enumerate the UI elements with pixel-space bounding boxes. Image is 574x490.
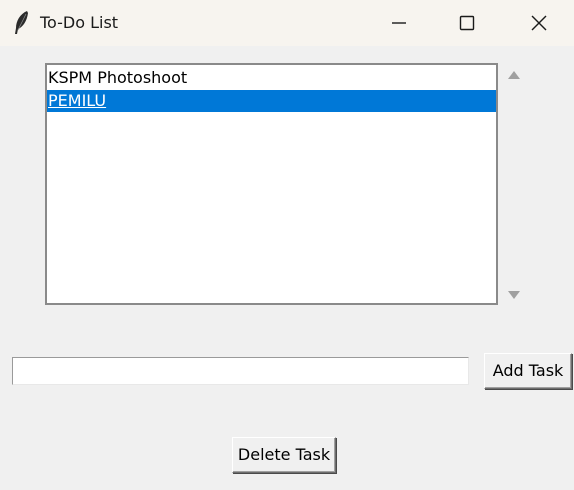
minimize-icon xyxy=(392,22,406,24)
scroll-down-arrow-icon[interactable] xyxy=(507,289,521,301)
task-listbox[interactable]: KSPM Photoshoot PEMILU xyxy=(45,63,498,305)
task-input[interactable] xyxy=(12,357,469,385)
task-label: PEMILU xyxy=(48,91,107,110)
maximize-button[interactable] xyxy=(432,0,502,46)
feather-icon xyxy=(15,11,28,34)
list-item[interactable]: KSPM Photoshoot xyxy=(47,67,496,89)
maximize-icon xyxy=(459,15,475,31)
window-title: To-Do List xyxy=(40,13,119,32)
vertical-scrollbar[interactable] xyxy=(505,63,523,305)
add-task-button[interactable]: Add Task xyxy=(484,353,572,389)
close-icon xyxy=(531,15,547,31)
task-label: KSPM Photoshoot xyxy=(48,68,188,87)
todo-window: To-Do List KSPM Photoshoot PEMILU Add Ta… xyxy=(0,0,574,490)
list-item-selected[interactable]: PEMILU xyxy=(47,90,496,112)
title-bar[interactable]: To-Do List xyxy=(0,0,574,46)
close-button[interactable] xyxy=(504,0,574,46)
minimize-button[interactable] xyxy=(364,0,434,46)
scroll-up-arrow-icon[interactable] xyxy=(507,69,521,81)
delete-task-button[interactable]: Delete Task xyxy=(232,437,336,473)
